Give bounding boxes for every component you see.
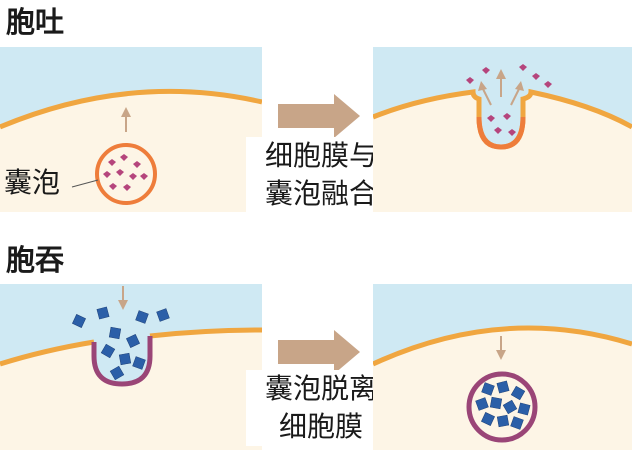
endocytosis-panel-after bbox=[373, 284, 632, 450]
vesicle bbox=[466, 371, 538, 443]
exocytosis-panel-after bbox=[373, 47, 632, 212]
endocytosis-title: 胞吞 bbox=[6, 243, 65, 277]
exocytosis-title: 胞吐 bbox=[6, 5, 65, 39]
process-arrow-icon bbox=[278, 94, 360, 142]
vesicle-label: 囊泡 bbox=[4, 166, 61, 199]
vesicle bbox=[95, 143, 157, 205]
endocytosis-panel-before bbox=[0, 284, 262, 450]
